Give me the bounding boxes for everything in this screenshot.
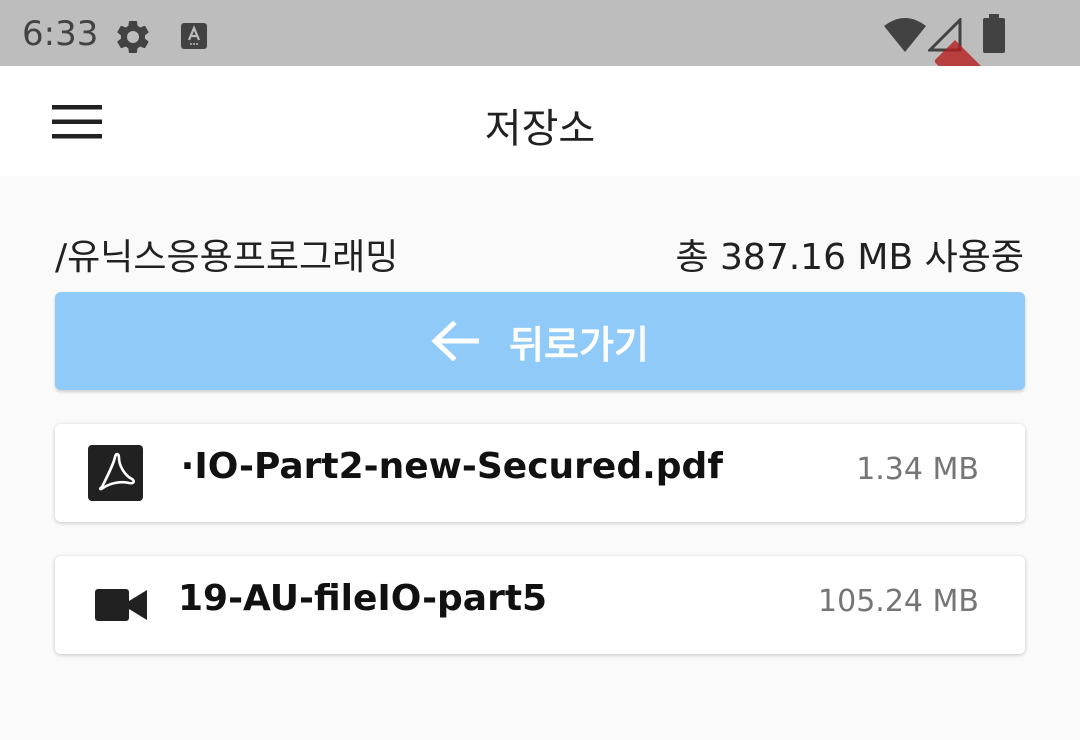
status-bar: 6:33 (0, 0, 1080, 66)
arrow-left-icon (431, 321, 480, 361)
app-bar: 저장소 (0, 66, 1080, 176)
a-badge-icon (181, 23, 207, 49)
file-size: 1.34 MB (856, 452, 979, 487)
signal-icon (928, 18, 962, 52)
file-list-item[interactable]: ·IO-Part2-new-Secured.pdf 1.34 MB (55, 424, 1025, 522)
status-time: 6:33 (22, 14, 99, 54)
file-name: 19-AU-fileIO-part5 (178, 578, 548, 619)
back-button[interactable]: 뒤로가기 (55, 292, 1025, 390)
file-name: ·IO-Part2-new-Secured.pdf (180, 446, 723, 487)
current-path: /유닉스응용프로그래밍 (55, 237, 399, 278)
file-size: 105.24 MB (818, 584, 979, 619)
storage-usage: 총 387.16 MB 사용중 (675, 237, 1024, 278)
video-icon (95, 589, 147, 621)
gear-icon (117, 20, 149, 53)
wifi-icon (884, 18, 926, 52)
back-button-label: 뒤로가기 (509, 322, 649, 367)
file-list-item[interactable]: 19-AU-fileIO-part5 105.24 MB (55, 556, 1025, 654)
battery-icon (983, 14, 1005, 53)
pdf-icon (88, 445, 143, 501)
page-title: 저장소 (484, 106, 596, 152)
